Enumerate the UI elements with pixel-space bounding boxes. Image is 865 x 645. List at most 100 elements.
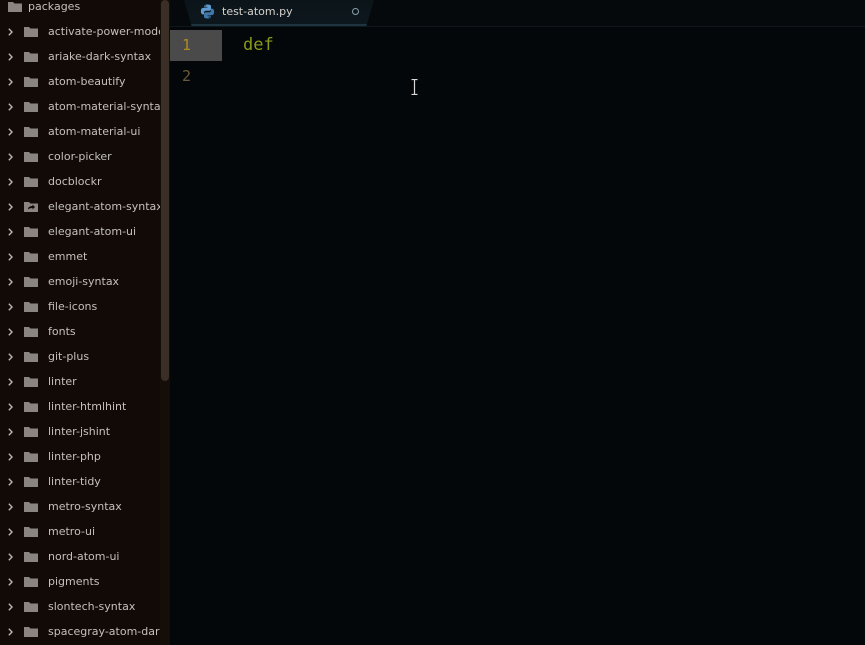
- tree-item-ariake-dark-syntax[interactable]: ariake-dark-syntax: [0, 44, 160, 69]
- folder-icon: [24, 326, 38, 337]
- folder-icon: [24, 601, 38, 612]
- chevron-right-icon[interactable]: [7, 102, 14, 111]
- folder-icon: [24, 126, 38, 137]
- tree-item-label: docblockr: [48, 175, 102, 188]
- tree-item-atom-material-ui[interactable]: atom-material-ui: [0, 119, 160, 144]
- folder-icon: [24, 176, 38, 187]
- sidebar-scrollbar-thumb[interactable]: [161, 0, 169, 381]
- folder-icon: [24, 76, 38, 87]
- ibeam-cursor-icon: [411, 78, 418, 96]
- folder-icon: [24, 251, 38, 262]
- tree-item-fonts[interactable]: fonts: [0, 319, 160, 344]
- tree-item-label: activate-power-mode: [48, 25, 160, 38]
- folder-icon: [24, 551, 38, 562]
- tree-item-label: elegant-atom-syntax: [48, 200, 160, 213]
- tree-item-atom-beautify[interactable]: atom-beautify: [0, 69, 160, 94]
- folder-icon: [24, 101, 38, 112]
- chevron-right-icon[interactable]: [7, 202, 14, 211]
- chevron-right-icon[interactable]: [7, 152, 14, 161]
- folder-icon: [24, 526, 38, 537]
- chevron-right-icon[interactable]: [7, 452, 14, 461]
- folder-icon: [24, 26, 38, 37]
- chevron-right-icon[interactable]: [7, 502, 14, 511]
- tree-item-label: emmet: [48, 250, 88, 263]
- tree-item-emmet[interactable]: emmet: [0, 244, 160, 269]
- line-number-gutter[interactable]: 1 2: [170, 27, 222, 645]
- tree-item-label: nord-atom-ui: [48, 550, 120, 563]
- text-editor[interactable]: 1 2 def: [170, 27, 865, 645]
- tree-item-docblockr[interactable]: docblockr: [0, 169, 160, 194]
- chevron-right-icon[interactable]: [7, 552, 14, 561]
- tab-test-atom-py[interactable]: test-atom.py: [184, 0, 374, 26]
- tree-item-emoji-syntax[interactable]: emoji-syntax: [0, 269, 160, 294]
- tree-item-color-picker[interactable]: color-picker: [0, 144, 160, 169]
- folder-icon: [24, 501, 38, 512]
- tree-item-metro-ui[interactable]: metro-ui: [0, 519, 160, 544]
- code-line-1[interactable]: def: [243, 30, 274, 61]
- chevron-right-icon[interactable]: [7, 177, 14, 186]
- chevron-right-icon[interactable]: [7, 127, 14, 136]
- line-number-2[interactable]: 2: [170, 61, 222, 92]
- chevron-right-icon[interactable]: [7, 427, 14, 436]
- tree-item-label: linter: [48, 375, 77, 388]
- tree-item-elegant-atom-ui[interactable]: elegant-atom-ui: [0, 219, 160, 244]
- chevron-right-icon[interactable]: [7, 327, 14, 336]
- tree-item-linter-jshint[interactable]: linter-jshint: [0, 419, 160, 444]
- chevron-right-icon[interactable]: [7, 577, 14, 586]
- folder-icon: [24, 401, 38, 412]
- tree-item-file-icons[interactable]: file-icons: [0, 294, 160, 319]
- tree-item-pigments[interactable]: pigments: [0, 569, 160, 594]
- tree-item-spacegray-atom-dark-syntax[interactable]: spacegray-atom-dark-syntax: [0, 619, 160, 644]
- tree-item-linter[interactable]: linter: [0, 369, 160, 394]
- folder-icon: [24, 226, 38, 237]
- chevron-right-icon[interactable]: [7, 77, 14, 86]
- tree-item-nord-atom-ui[interactable]: nord-atom-ui: [0, 544, 160, 569]
- modified-dot-icon[interactable]: [352, 8, 359, 15]
- tree-item-activate-power-mode[interactable]: activate-power-mode: [0, 19, 160, 44]
- tree-item-label: linter-htmlhint: [48, 400, 127, 413]
- tree-item-metro-syntax[interactable]: metro-syntax: [0, 494, 160, 519]
- tree-item-label: atom-material-syntax: [48, 100, 160, 113]
- tree-item-atom-material-syntax[interactable]: atom-material-syntax: [0, 94, 160, 119]
- tree-item-label: slontech-syntax: [48, 600, 136, 613]
- tree-item-linter-htmlhint[interactable]: linter-htmlhint: [0, 394, 160, 419]
- chevron-right-icon[interactable]: [7, 477, 14, 486]
- folder-icon: [24, 276, 38, 287]
- line-number-1[interactable]: 1: [170, 30, 222, 61]
- chevron-right-icon[interactable]: [7, 302, 14, 311]
- tree-item-elegant-atom-syntax[interactable]: elegant-atom-syntax: [0, 194, 160, 219]
- chevron-right-icon[interactable]: [7, 352, 14, 361]
- tree-item-label: pigments: [48, 575, 100, 588]
- chevron-right-icon[interactable]: [7, 52, 14, 61]
- chevron-right-icon[interactable]: [7, 227, 14, 236]
- chevron-right-icon[interactable]: [7, 377, 14, 386]
- chevron-right-icon[interactable]: [7, 277, 14, 286]
- tree-root-packages[interactable]: packages: [0, 0, 160, 19]
- tree-item-linter-tidy[interactable]: linter-tidy: [0, 469, 160, 494]
- folder-icon: [24, 51, 38, 62]
- tree-item-label: color-picker: [48, 150, 112, 163]
- tree-item-linter-php[interactable]: linter-php: [0, 444, 160, 469]
- folder-icon: [24, 426, 38, 437]
- folder-icon: [24, 301, 38, 312]
- chevron-right-icon[interactable]: [7, 27, 14, 36]
- tree-item-label: metro-ui: [48, 525, 96, 538]
- tree-item-label: ariake-dark-syntax: [48, 50, 152, 63]
- tree-item-label: elegant-atom-ui: [48, 225, 137, 238]
- chevron-right-icon[interactable]: [7, 602, 14, 611]
- tab-bar: test-atom.py: [170, 0, 865, 27]
- chevron-right-icon[interactable]: [7, 627, 14, 636]
- folder-icon: [24, 476, 38, 487]
- folder-icon: [24, 351, 38, 362]
- chevron-right-icon[interactable]: [7, 402, 14, 411]
- folder-icon: [8, 1, 22, 12]
- folder-symlink-icon: [24, 201, 38, 212]
- tree-item-label: git-plus: [48, 350, 90, 363]
- tree-item-slontech-syntax[interactable]: slontech-syntax: [0, 594, 160, 619]
- chevron-right-icon[interactable]: [7, 252, 14, 261]
- chevron-right-icon[interactable]: [7, 527, 14, 536]
- tree-item-label: atom-beautify: [48, 75, 126, 88]
- tree-item-git-plus[interactable]: git-plus: [0, 344, 160, 369]
- folder-icon: [24, 376, 38, 387]
- folder-icon: [24, 626, 38, 637]
